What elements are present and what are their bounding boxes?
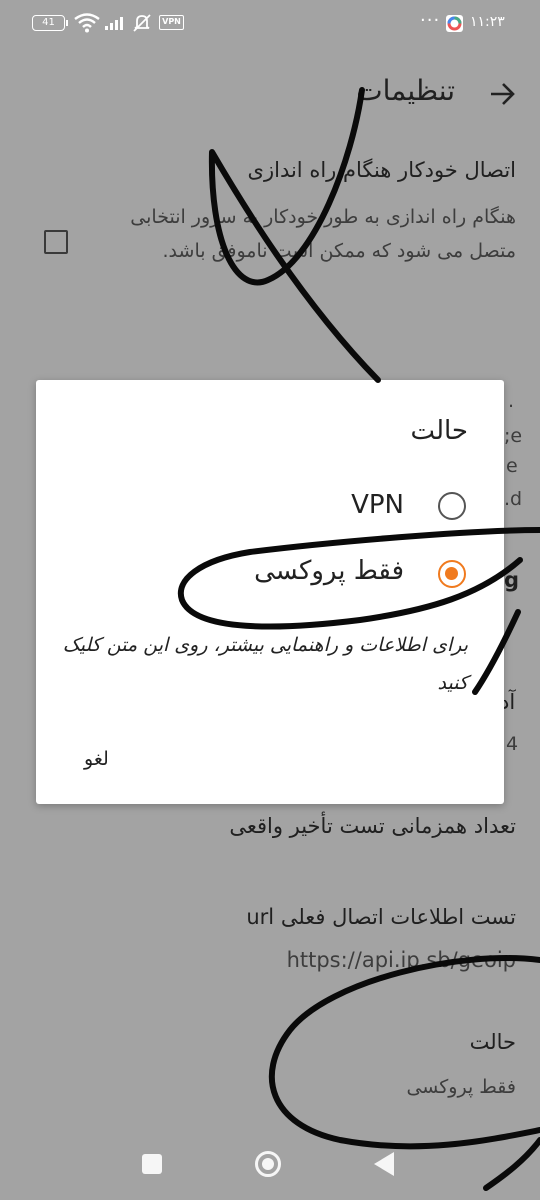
url-test-pref-title[interactable]: تست اطلاعات اتصال فعلی url xyxy=(246,905,516,929)
concurrency-pref-title[interactable]: تعداد همزمانی تست تأخیر واقعی xyxy=(229,814,516,838)
partial-text-edge: g xyxy=(504,568,520,592)
auto-connect-title[interactable]: اتصال خودکار هنگام راه اندازی xyxy=(248,158,516,182)
partial-text-edge: d. xyxy=(504,488,523,510)
partial-text-edge: e xyxy=(506,455,518,477)
recent-apps-button[interactable] xyxy=(142,1154,162,1174)
wifi-icon xyxy=(74,13,100,33)
back-arrow-icon[interactable] xyxy=(488,80,516,108)
auto-connect-checkbox[interactable] xyxy=(44,230,68,254)
partial-text-edge: e; xyxy=(504,425,523,447)
url-test-value: https://api.ip.sb/geoip xyxy=(286,948,516,972)
home-button[interactable] xyxy=(255,1151,281,1177)
dialog-title: حالت xyxy=(410,416,468,446)
clock: ١١:٢٣ xyxy=(470,14,505,30)
nav-back-button[interactable] xyxy=(374,1152,394,1176)
option-proxy-only-label[interactable]: فقط پروکسی xyxy=(254,556,404,586)
partial-text-right: 4 xyxy=(506,733,519,755)
mode-pref-value: فقط پروکسی xyxy=(406,1076,516,1098)
mode-dialog: حالت VPN فقط پروکسی برای اطلاعات و راهنم… xyxy=(36,380,504,804)
more-notifications-icon: ··· xyxy=(420,10,441,31)
mode-pref-title[interactable]: حالت xyxy=(470,1030,516,1054)
vpn-badge: VPN xyxy=(159,15,184,30)
app-notification-icon xyxy=(446,15,463,32)
option-vpn-label[interactable]: VPN xyxy=(351,490,404,520)
help-hint-link[interactable]: برای اطلاعات و راهنمایی بیشتر، روی این م… xyxy=(48,626,468,702)
page-title: تنظیمات xyxy=(356,74,455,107)
battery-icon: 41 xyxy=(32,15,68,31)
radio-proxy-only[interactable] xyxy=(438,560,466,588)
radio-vpn[interactable] xyxy=(438,492,466,520)
cancel-button[interactable]: لغو xyxy=(84,748,109,770)
bell-muted-icon xyxy=(133,14,151,32)
status-bar: 41 VPN ··· ١١:٢٣ xyxy=(0,0,540,48)
partial-text-edge: . xyxy=(508,390,515,412)
signal-icon xyxy=(105,17,123,30)
auto-connect-summary: هنگام راه اندازی به طور خودکار به سرور ا… xyxy=(130,206,516,262)
